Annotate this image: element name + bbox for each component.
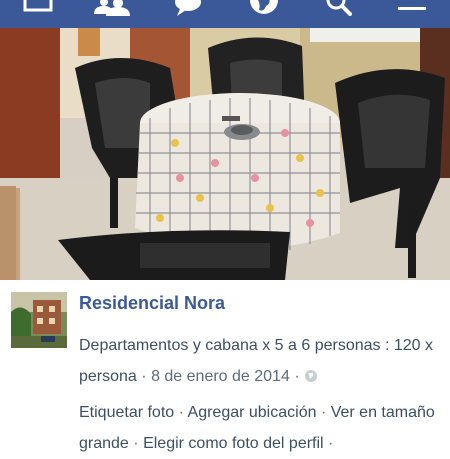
post-meta: · 8 de enero de 2014 · (141, 368, 317, 385)
add-location-link[interactable]: Agregar ubicación (188, 404, 317, 421)
tag-photo-link[interactable]: Etiquetar foto (79, 404, 174, 421)
post-author-name[interactable]: Residencial Nora (79, 293, 225, 314)
menu-icon[interactable] (395, 0, 429, 16)
post-description: Departamentos y cabana x 5 a 6 personas … (79, 330, 445, 392)
globe-icon (304, 370, 317, 382)
separator: · (328, 435, 334, 452)
separator: · (133, 435, 139, 452)
separator: · (141, 368, 147, 385)
friends-icon[interactable] (92, 0, 132, 16)
post-date[interactable]: 8 de enero de 2014 (151, 368, 290, 385)
separator: · (320, 404, 327, 421)
top-navigation-bar (0, 0, 450, 28)
separator: · (294, 368, 300, 385)
messages-icon[interactable] (172, 0, 204, 16)
search-icon[interactable] (322, 0, 356, 16)
post-photo[interactable] (0, 28, 450, 280)
make-profile-picture-link[interactable]: Elegir como foto del perfil (143, 435, 324, 452)
globe-icon[interactable] (247, 0, 281, 16)
separator: · (178, 404, 184, 421)
home-icon[interactable] (22, 0, 54, 16)
profile-thumbnail[interactable] (11, 292, 67, 348)
